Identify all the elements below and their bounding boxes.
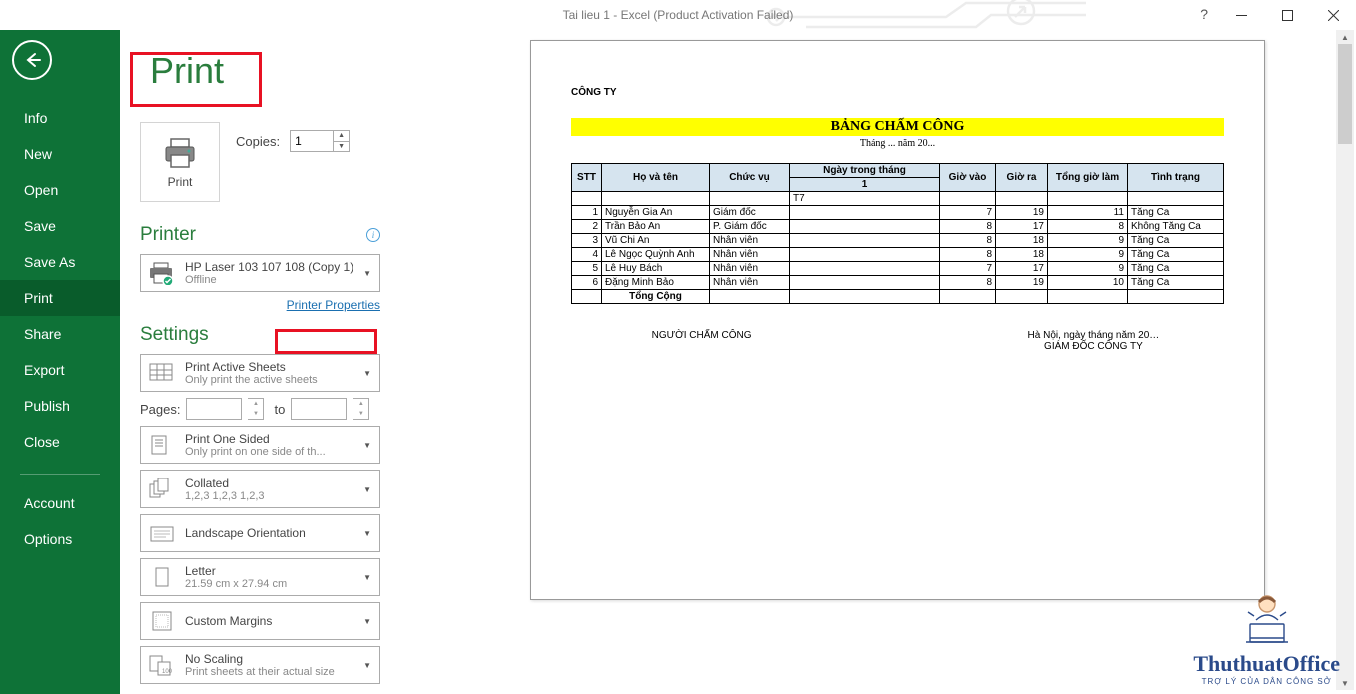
- doc-table: STT Họ và tên Chức vụ Ngày trong tháng G…: [571, 163, 1224, 304]
- printer-dropdown[interactable]: HP Laser 103 107 108 (Copy 1) Offline ▼: [140, 254, 380, 292]
- chevron-down-icon: ▼: [361, 529, 373, 538]
- copies-label: Copies:: [236, 134, 280, 149]
- sidebar-item-print[interactable]: Print: [0, 280, 120, 316]
- title-bar: Tai lieu 1 - Excel (Product Activation F…: [0, 0, 1356, 30]
- sidebar-item-close[interactable]: Close: [0, 424, 120, 460]
- watermark: ThuthuatOffice TRỢ LÝ CỦA DÂN CÔNG SỞ: [1193, 592, 1340, 686]
- sidebar-item-info[interactable]: Info: [0, 100, 120, 136]
- annotation-box: [130, 52, 262, 107]
- sidebar-item-export[interactable]: Export: [0, 352, 120, 388]
- spin-up[interactable]: ▲: [334, 131, 349, 142]
- chevron-down-icon: ▼: [361, 485, 373, 494]
- scroll-thumb[interactable]: [1338, 44, 1352, 144]
- sidebar-item-share[interactable]: Share: [0, 316, 120, 352]
- sheets-icon: [147, 359, 177, 387]
- printer-icon: [162, 135, 198, 171]
- chevron-down-icon: ▼: [361, 573, 373, 582]
- print-preview-area: CÔNG TY BẢNG CHẤM CÔNG Tháng ... năm 20.…: [400, 30, 1356, 694]
- sidebar-item-publish[interactable]: Publish: [0, 388, 120, 424]
- sidebar-item-save[interactable]: Save: [0, 208, 120, 244]
- printer-status: Offline: [185, 274, 353, 286]
- chevron-down-icon: ▼: [361, 369, 373, 378]
- scaling-icon: 100: [147, 651, 177, 679]
- sidebar-item-new[interactable]: New: [0, 136, 120, 172]
- setting-margins[interactable]: Custom Margins ▼: [140, 602, 380, 640]
- pages-to-label: to: [274, 402, 285, 417]
- pages-to-input[interactable]: [291, 398, 347, 420]
- setting-print-what[interactable]: Print Active SheetsOnly print the active…: [140, 354, 380, 392]
- chevron-down-icon: ▼: [361, 441, 373, 450]
- printer-section-label: Printer i: [140, 224, 380, 246]
- watermark-illustration: [1232, 592, 1302, 646]
- vertical-scrollbar[interactable]: ▲ ▼: [1336, 30, 1354, 690]
- print-settings-panel: Print Print Copies: ▲▼ Printer i: [120, 30, 400, 694]
- spin-down[interactable]: ▼: [334, 142, 349, 152]
- collated-icon: [147, 475, 177, 503]
- window-title: Tai lieu 1 - Excel (Product Activation F…: [563, 8, 794, 22]
- sidebar-item-open[interactable]: Open: [0, 172, 120, 208]
- pages-from-input[interactable]: [186, 398, 242, 420]
- landscape-icon: [147, 519, 177, 547]
- setting-sides[interactable]: Print One SidedOnly print on one side of…: [140, 426, 380, 464]
- one-sided-icon: [147, 431, 177, 459]
- copies-input[interactable]: [291, 131, 333, 151]
- page-icon: [147, 563, 177, 591]
- margins-icon: [147, 607, 177, 635]
- print-button-label: Print: [168, 175, 193, 189]
- sidebar-item-saveas[interactable]: Save As: [0, 244, 120, 280]
- back-button[interactable]: [12, 40, 52, 80]
- scroll-up[interactable]: ▲: [1336, 30, 1354, 44]
- setting-collate[interactable]: Collated1,2,3 1,2,3 1,2,3 ▼: [140, 470, 380, 508]
- chevron-down-icon: ▼: [361, 617, 373, 626]
- setting-orientation[interactable]: Landscape Orientation ▼: [140, 514, 380, 552]
- help-button[interactable]: ?: [1200, 6, 1208, 22]
- svg-text:100: 100: [162, 669, 173, 675]
- minimize-button[interactable]: [1218, 0, 1264, 30]
- chevron-down-icon: ▼: [361, 269, 373, 278]
- setting-paper-size[interactable]: Letter21.59 cm x 27.94 cm ▼: [140, 558, 380, 596]
- printer-device-icon: [147, 259, 177, 287]
- sidebar-item-options[interactable]: Options: [0, 521, 120, 557]
- chevron-down-icon: ▼: [361, 661, 373, 670]
- printer-properties-link[interactable]: Printer Properties: [140, 298, 380, 312]
- sidebar-item-account[interactable]: Account: [0, 485, 120, 521]
- doc-company: CÔNG TY: [571, 87, 1224, 98]
- printer-name: HP Laser 103 107 108 (Copy 1): [185, 260, 353, 274]
- copies-spinner[interactable]: ▲▼: [290, 130, 350, 152]
- maximize-button[interactable]: [1264, 0, 1310, 30]
- doc-title: BẢNG CHẤM CÔNG: [571, 118, 1224, 136]
- print-button[interactable]: Print: [140, 122, 220, 202]
- setting-scaling[interactable]: 100 No ScalingPrint sheets at their actu…: [140, 646, 380, 684]
- info-icon[interactable]: i: [366, 228, 380, 242]
- doc-subtitle: Tháng ... năm 20...: [571, 138, 1224, 149]
- backstage-sidebar: Info New Open Save Save As Print Share E…: [0, 30, 120, 694]
- close-button[interactable]: [1310, 0, 1356, 30]
- annotation-box-2: [275, 329, 377, 354]
- window-controls: [1218, 0, 1356, 30]
- pages-label: Pages:: [140, 402, 180, 417]
- preview-page: CÔNG TY BẢNG CHẤM CÔNG Tháng ... năm 20.…: [530, 40, 1265, 600]
- sidebar-separator: [20, 474, 100, 475]
